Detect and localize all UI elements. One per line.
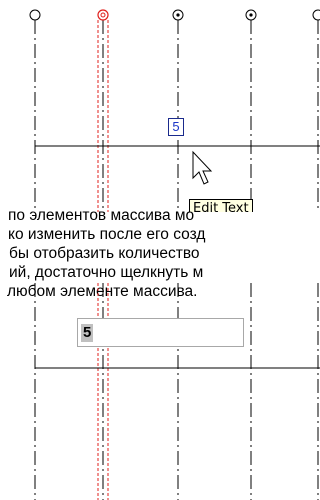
array-count-edit-field[interactable]: 5 — [77, 318, 244, 347]
array-element-gridlines — [34, 283, 319, 500]
array-drawing-bottom — [34, 283, 320, 500]
description-line: по элементов массива мо — [8, 207, 195, 224]
description-line: ий, достаточно щелкнуть м — [9, 264, 204, 281]
marker-circle-selected-icon — [97, 9, 109, 21]
array-drawing-top — [29, 9, 320, 212]
description-line: бы отобразить количество — [9, 245, 200, 262]
array-element-gridlines — [34, 20, 319, 212]
marker-circle-dot-icon — [176, 13, 180, 17]
description-line: ко изменить после его созд — [8, 226, 206, 243]
marker-circle-icon — [29, 9, 41, 21]
marker-circle-icon — [312, 9, 320, 21]
array-edit-view: 5 — [0, 283, 320, 500]
marker-circle-dot-icon — [249, 13, 253, 17]
array-count-label[interactable]: 5 — [168, 118, 184, 136]
arrow-pointer-icon — [192, 150, 213, 185]
element-end-markers — [29, 9, 320, 21]
array-top-view: 5 Edit Text — [0, 0, 320, 212]
selected-count-text[interactable]: 5 — [81, 324, 94, 342]
